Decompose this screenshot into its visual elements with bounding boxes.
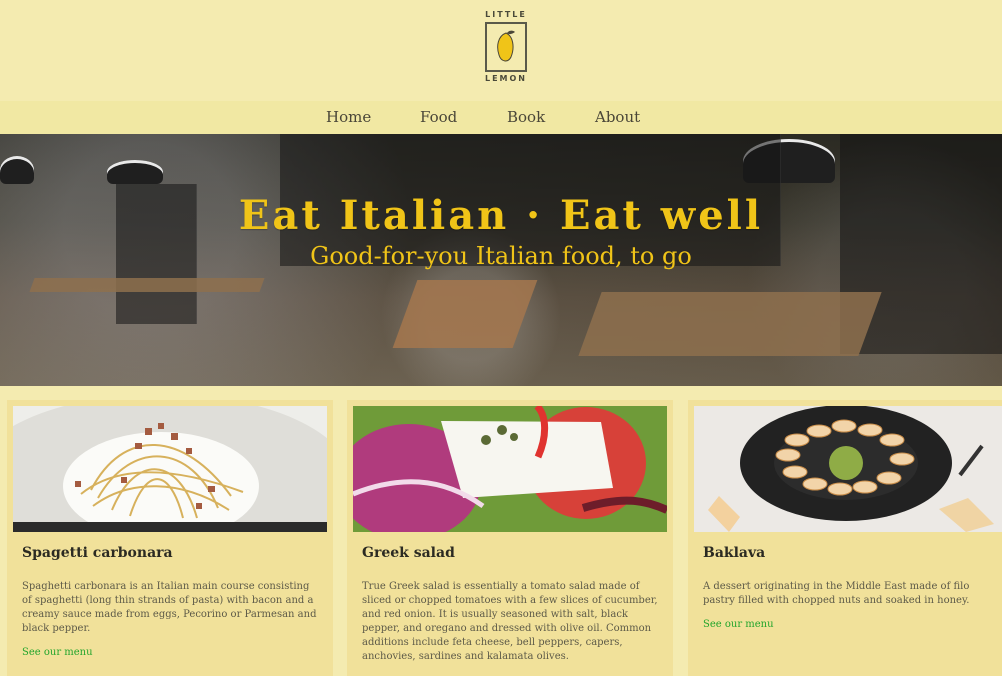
nav-item-book[interactable]: Book (507, 108, 545, 126)
dish-card-greek-salad: Greek salad True Greek salad is essentia… (347, 400, 673, 676)
nav-item-home[interactable]: Home (326, 108, 371, 126)
dish-title: Greek salad (362, 545, 455, 561)
logo-top-text: LITTLE (485, 10, 527, 19)
pendant-lamp-far-left (0, 156, 34, 184)
baklava-photo (694, 406, 1002, 532)
dish-title: Baklava (703, 545, 766, 561)
lemon-icon (497, 30, 515, 62)
hero-banner: Eat Italian · Eat well Good-for-you Ital… (0, 134, 1002, 386)
greek-salad-photo (353, 406, 667, 532)
nav-item-food[interactable]: Food (420, 108, 457, 126)
dish-title: Spagetti carbonara (22, 545, 173, 561)
site-header: LITTLE LEMON Home Food Book About (0, 0, 1002, 134)
hero-title: Eat Italian · Eat well (238, 192, 764, 239)
see-menu-link[interactable]: See our menu (703, 619, 774, 630)
featured-dishes: Spagetti carbonara Spaghetti carbonara i… (0, 386, 1002, 676)
logo-frame (485, 22, 527, 72)
pendant-lamp-left (107, 160, 163, 184)
dish-card-carbonara: Spagetti carbonara Spaghetti carbonara i… (7, 400, 333, 676)
carbonara-image (13, 406, 327, 532)
carbonara-photo (13, 406, 327, 532)
nav-item-about[interactable]: About (595, 108, 640, 126)
dish-description: True Greek salad is essentially a tomato… (362, 581, 658, 662)
main-navigation: Home Food Book About (0, 101, 1002, 134)
hero-subtitle: Good-for-you Italian food, to go (310, 242, 692, 270)
little-lemon-logo[interactable]: LITTLE LEMON (481, 10, 531, 93)
dining-table-left (29, 278, 265, 292)
see-menu-link[interactable]: See our menu (22, 647, 93, 658)
dish-card-baklava: Baklava A dessert originating in the Mid… (688, 400, 1002, 676)
dish-description: A dessert originating in the Middle East… (703, 581, 970, 606)
dish-description: Spaghetti carbonara is an Italian main c… (22, 581, 317, 634)
counter-display (392, 280, 538, 348)
dining-table-right (578, 292, 882, 356)
greek-salad-image (353, 406, 667, 532)
logo-bottom-text: LEMON (484, 74, 528, 83)
baklava-image (694, 406, 1002, 532)
